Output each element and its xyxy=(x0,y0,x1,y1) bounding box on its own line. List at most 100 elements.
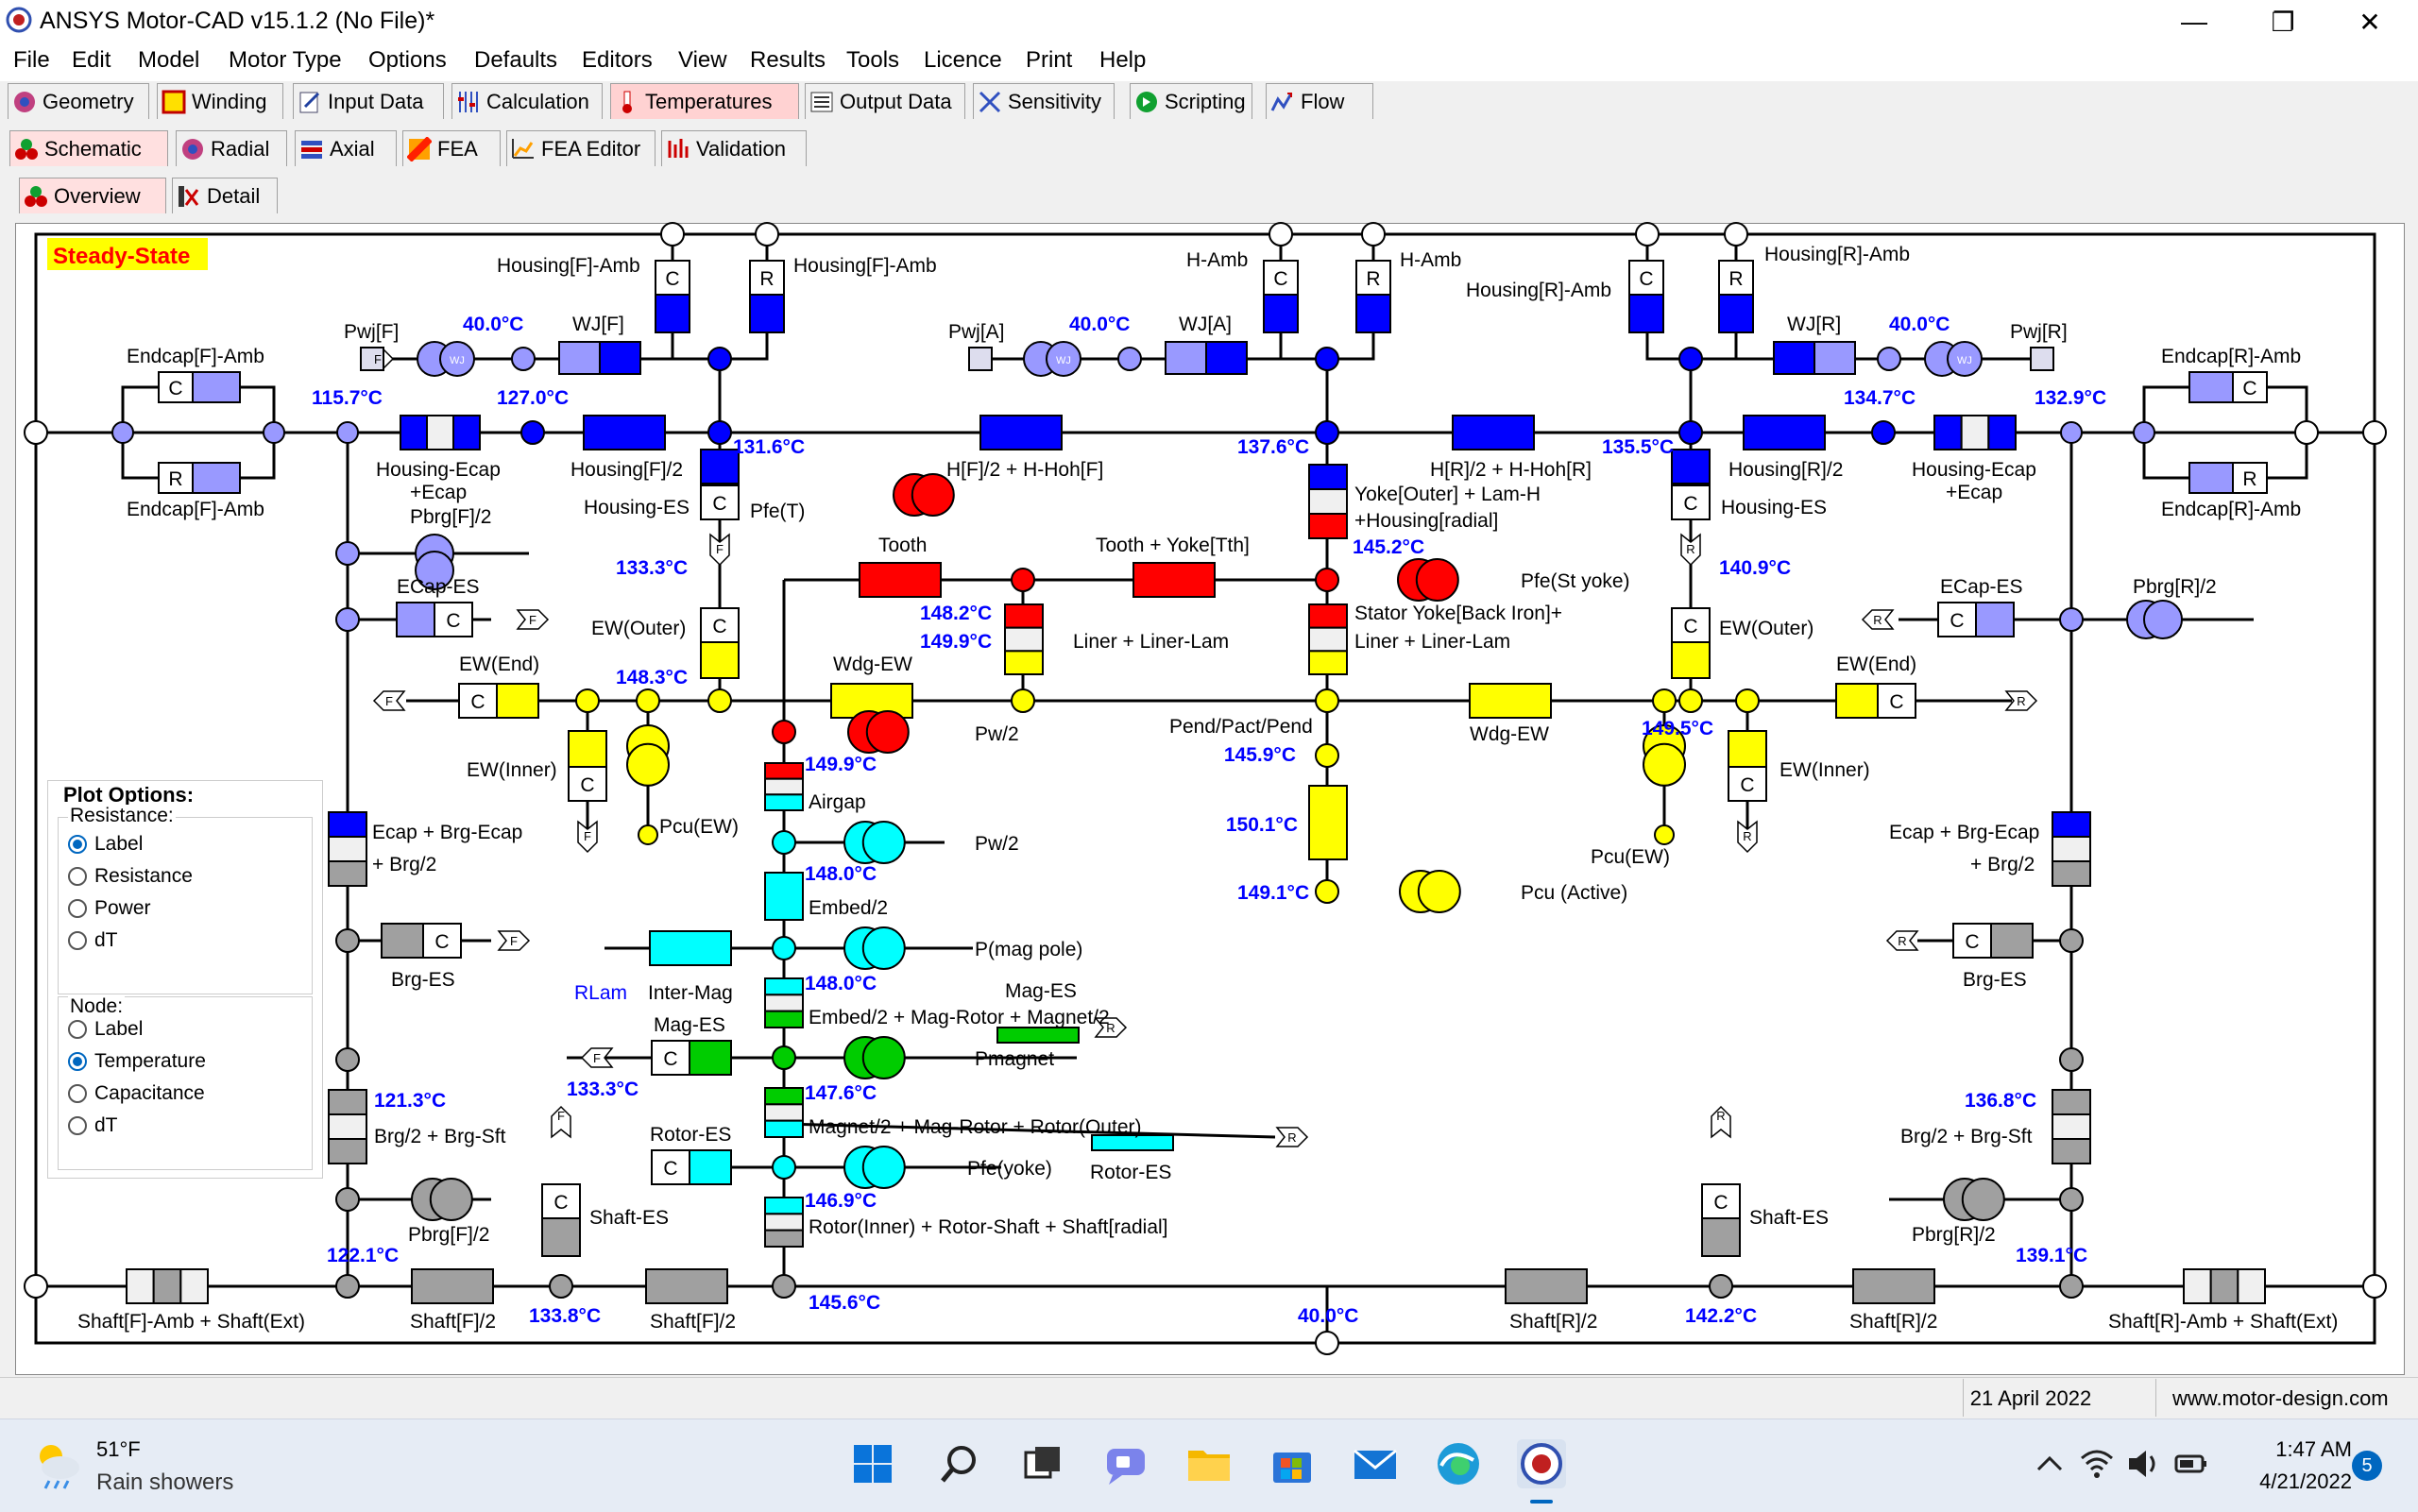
node-letter: R xyxy=(1366,268,1380,290)
thermal-node xyxy=(772,936,796,960)
node-letter: C xyxy=(712,616,726,637)
schematic-label: Brg/2 + Brg-Sft xyxy=(374,1126,506,1147)
radio-button-icon[interactable] xyxy=(68,867,87,886)
radio-button-icon[interactable] xyxy=(68,835,87,854)
resistor xyxy=(2183,1268,2212,1304)
node-letter: R xyxy=(168,468,182,490)
schematic-label: Inter-Mag xyxy=(648,982,733,1004)
resistor xyxy=(649,930,732,966)
chevron-up-icon[interactable] xyxy=(2033,1437,2067,1490)
power-source xyxy=(429,1178,473,1221)
schematic-label: Airgap xyxy=(809,791,866,813)
motor-cad-taskbar-icon[interactable] xyxy=(1515,1437,1568,1490)
clock-time[interactable]: 1:47 AM xyxy=(2239,1437,2352,1462)
schematic-label: Pfe(T) xyxy=(750,501,805,522)
resistor xyxy=(764,994,804,1012)
resistor xyxy=(1308,626,1348,653)
schematic-label: Tooth xyxy=(878,535,927,556)
schematic-label: Liner + Liner-Lam xyxy=(1354,631,1510,653)
resistance-radio-power[interactable]: Power xyxy=(68,897,151,920)
node-letter: F xyxy=(557,1109,565,1123)
radio-button-icon[interactable] xyxy=(68,1052,87,1071)
schematic-label: Housing[F]-Amb xyxy=(497,255,640,277)
radio-label: Resistance xyxy=(94,865,193,887)
schematic-label: Shaft[R]-Amb + Shaft(Ext) xyxy=(2108,1311,2338,1333)
resistor xyxy=(1852,1268,1935,1304)
temperature-readout: 140.9°C xyxy=(1719,557,1791,579)
schematic-label: EW(Inner) xyxy=(467,759,557,781)
node-radio-label[interactable]: Label xyxy=(68,1018,143,1041)
resistor xyxy=(411,1268,494,1304)
schematic-label: Housing[F]-Amb xyxy=(793,255,937,277)
schematic-label: EW(Inner) xyxy=(1779,759,1870,781)
schematic-label: Tooth + Yoke[Tth] xyxy=(1096,535,1250,556)
node-letter: WJ xyxy=(1957,355,1972,366)
chat-icon[interactable] xyxy=(1099,1437,1152,1490)
weather-description[interactable]: Rain showers xyxy=(96,1470,233,1496)
schematic-label: Wdg-EW xyxy=(1470,723,1549,745)
radio-label: Label xyxy=(94,833,144,855)
schematic-label: Rotor(Inner) + Rotor-Shaft + Shaft[radia… xyxy=(809,1216,1168,1238)
radio-button-icon[interactable] xyxy=(68,931,87,950)
thermal-node xyxy=(1315,347,1339,371)
temperature-readout: 148.2°C xyxy=(920,603,992,624)
power-source xyxy=(1415,558,1459,602)
schematic-label: Shaft[R]/2 xyxy=(1849,1311,1937,1333)
resistor xyxy=(1004,626,1044,653)
clock-date[interactable]: 4/21/2022 xyxy=(2220,1470,2352,1494)
start-icon[interactable] xyxy=(846,1437,899,1490)
radio-button-icon[interactable] xyxy=(68,899,87,918)
resistance-radio-label[interactable]: Label xyxy=(68,833,143,856)
resistor xyxy=(2052,836,2091,862)
thermal-node xyxy=(2059,607,2084,632)
weather-icon[interactable] xyxy=(28,1437,85,1490)
node-radio-capacitance[interactable]: Capacitance xyxy=(68,1082,205,1105)
resistor xyxy=(1718,294,1754,333)
resistance-radio-dt[interactable]: dT xyxy=(68,929,118,952)
node-radio-dt[interactable]: dT xyxy=(68,1114,118,1137)
radio-label: Capacitance xyxy=(94,1082,205,1104)
radio-label: Label xyxy=(94,1018,144,1040)
status-website: www.motor-design.com xyxy=(2172,1386,2389,1410)
node-letter: C xyxy=(1639,268,1653,290)
battery-icon[interactable] xyxy=(2172,1437,2210,1490)
radio-button-icon[interactable] xyxy=(68,1116,87,1135)
search-icon[interactable] xyxy=(933,1437,986,1490)
resistor xyxy=(1165,341,1207,375)
thermal-node xyxy=(1315,568,1339,592)
thermal-node xyxy=(772,1045,796,1070)
plot-options-panel: Plot Options: Resistance: Label Resistanc… xyxy=(47,780,323,1179)
temperature-readout: 139.1°C xyxy=(2016,1245,2087,1266)
resistor xyxy=(1308,513,1348,539)
thermal-node xyxy=(636,688,660,713)
schematic-label: Wdg-EW xyxy=(833,654,912,675)
task-view-icon[interactable] xyxy=(1016,1437,1069,1490)
node-radio-temperature[interactable]: Temperature xyxy=(68,1050,206,1073)
mail-icon[interactable] xyxy=(1349,1437,1402,1490)
resistor xyxy=(645,1268,728,1304)
file-explorer-icon[interactable] xyxy=(1183,1437,1235,1490)
resistance-radio-resistance[interactable]: Resistance xyxy=(68,865,193,888)
resistor xyxy=(328,860,367,887)
schematic-label: Brg-ES xyxy=(1963,969,2027,991)
notification-badge[interactable]: 5 xyxy=(2352,1451,2382,1481)
weather-temperature[interactable]: 51°F xyxy=(96,1437,141,1462)
radio-button-icon[interactable] xyxy=(68,1084,87,1103)
radio-button-icon[interactable] xyxy=(68,1020,87,1039)
resistor xyxy=(192,462,241,494)
schematic-label: Magnet/2 + Mag-Rotor + Rotor(Outer) xyxy=(809,1116,1141,1138)
resistor xyxy=(764,793,804,811)
store-icon[interactable] xyxy=(1266,1437,1319,1490)
thermal-node xyxy=(1315,420,1339,445)
schematic-label: Stator Yoke[Back Iron]+ xyxy=(1354,603,1562,624)
resistor xyxy=(328,1113,367,1140)
schematic-label: Rotor-ES xyxy=(650,1124,731,1146)
node-letter: R xyxy=(1716,1109,1725,1123)
resistor xyxy=(996,1027,1080,1044)
thermal-node xyxy=(2362,1274,2387,1299)
wifi-icon[interactable] xyxy=(2078,1437,2116,1490)
volume-icon[interactable] xyxy=(2125,1437,2163,1490)
schematic-label: Pwj[R] xyxy=(2010,321,2068,343)
node-letter: C xyxy=(1273,268,1287,290)
edge-icon[interactable] xyxy=(1432,1437,1485,1490)
